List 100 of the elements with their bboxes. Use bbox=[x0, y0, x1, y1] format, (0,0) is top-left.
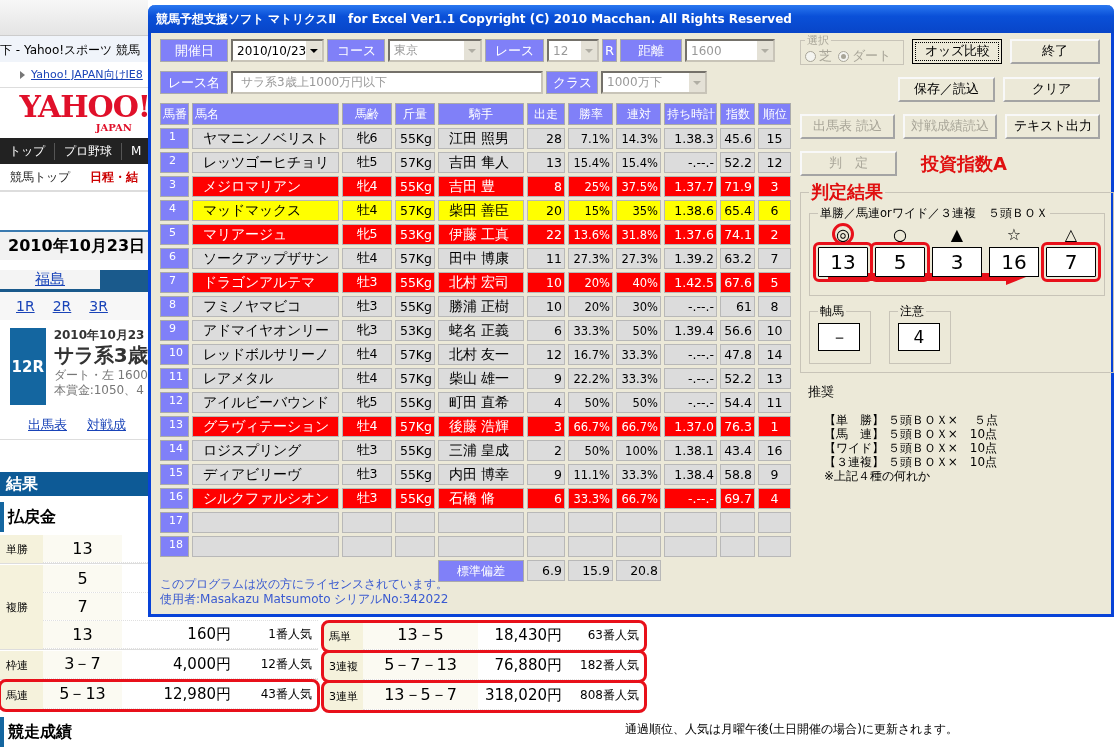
horse-number: 3 bbox=[160, 176, 189, 197]
field-label: コース bbox=[327, 39, 385, 62]
place-rate: 30% bbox=[616, 296, 661, 317]
column-header: 馬名 bbox=[192, 103, 339, 125]
nav-item[interactable]: トップ bbox=[0, 142, 55, 160]
browser-tab-title[interactable]: 下 - Yahoo!スポーツ 競馬 bbox=[0, 36, 148, 62]
subnav-item[interactable]: 競馬トップ bbox=[0, 168, 80, 186]
subnav-item[interactable]: 日程・結 bbox=[80, 168, 148, 186]
caret-icon[interactable] bbox=[306, 41, 322, 60]
button[interactable]: オッズ比較 bbox=[912, 39, 1003, 64]
time-cell: -.--.- bbox=[664, 344, 717, 365]
weight-cell: 53Kg bbox=[395, 224, 435, 245]
jockey-name: 田中 博康 bbox=[438, 248, 524, 269]
button[interactable]: 保存／読込 bbox=[898, 77, 995, 102]
prediction-mark: ☆ bbox=[1005, 223, 1023, 245]
index-cell: 65.4 bbox=[720, 200, 755, 221]
win-rate: 22.2% bbox=[568, 368, 613, 389]
win-rate: 66.7% bbox=[568, 416, 613, 437]
place-rate: 37.5% bbox=[616, 176, 661, 197]
recommend-line: 【馬 連】 ５頭ＢＯＸ× 10点 bbox=[823, 427, 999, 441]
value-box: 4 bbox=[898, 323, 940, 351]
time-cell: -.--.- bbox=[664, 152, 717, 173]
column-header: 騎手 bbox=[438, 103, 524, 125]
index-cell: 69.7 bbox=[720, 488, 755, 509]
win-rate: 33.3% bbox=[568, 320, 613, 341]
std-value: 20.8 bbox=[616, 560, 661, 581]
recommend-line: 【ワイド】 ５頭ＢＯＸ× 10点 bbox=[823, 441, 999, 455]
race-date: 2010年10月23 bbox=[53, 328, 146, 343]
prediction-mark: ○ bbox=[892, 223, 908, 245]
horse-number: 7 bbox=[160, 272, 189, 293]
horse-name: ヤマニンノベリスト bbox=[192, 128, 339, 149]
horse-number: 10 bbox=[160, 344, 189, 365]
win-rate: 20% bbox=[568, 272, 613, 293]
logo[interactable]: YAHOO! JAPAN bbox=[0, 88, 148, 138]
time-cell: 1.37.7 bbox=[664, 176, 717, 197]
place-rate: 33.3% bbox=[616, 464, 661, 485]
rank-cell: 6 bbox=[758, 200, 791, 221]
index-cell: 47.8 bbox=[720, 344, 755, 365]
horse-number: 12 bbox=[160, 392, 189, 413]
time-cell: -.--.- bbox=[664, 368, 717, 389]
horse-number: 16 bbox=[160, 488, 189, 509]
field-label: 距離 bbox=[620, 39, 682, 62]
place-rate: 15.4% bbox=[616, 152, 661, 173]
payout-amount: 18,430円 bbox=[493, 625, 563, 646]
starts-cell: 3 bbox=[527, 416, 565, 437]
button[interactable]: テキスト出力 bbox=[1005, 114, 1100, 139]
link[interactable]: Yahoo! JAPAN向けIE8 bbox=[31, 67, 143, 82]
rank-cell: 4 bbox=[758, 488, 791, 509]
std-value: 6.9 bbox=[527, 560, 565, 581]
starts-cell: 11 bbox=[527, 248, 565, 269]
horse-number: 2 bbox=[160, 152, 189, 173]
race-link[interactable]: 1R bbox=[16, 298, 35, 314]
recommend-note: ※上記４種の何れか bbox=[823, 469, 932, 483]
weight-cell: 55Kg bbox=[395, 464, 435, 485]
weight-cell: 55Kg bbox=[395, 272, 435, 293]
horse-name: アドマイヤオンリー bbox=[192, 320, 339, 341]
time-cell: 1.37.6 bbox=[664, 224, 717, 245]
combination: 5 bbox=[43, 565, 122, 592]
race-menu-link[interactable]: 対戦成 bbox=[87, 415, 126, 434]
index-cell: 56.6 bbox=[720, 320, 755, 341]
time-cell: 1.38.6 bbox=[664, 200, 717, 221]
race-course: ダート・左 1600 bbox=[53, 368, 148, 383]
place-rate: 66.7% bbox=[616, 488, 661, 509]
place-rate: 50% bbox=[616, 392, 661, 413]
std-label: 標準偏差 bbox=[438, 560, 524, 582]
nav-item[interactable]: プロ野球 bbox=[55, 142, 122, 160]
age-cell: 牡3 bbox=[342, 296, 392, 317]
weight-cell: 57Kg bbox=[395, 344, 435, 365]
age-cell: 牡4 bbox=[342, 248, 392, 269]
combination: 5－13 bbox=[43, 681, 122, 708]
race-link[interactable]: 2R bbox=[52, 298, 72, 314]
bet-type: 馬単 bbox=[323, 622, 363, 650]
win-rate: 13.6% bbox=[568, 224, 613, 245]
race-menu-link[interactable]: 出馬表 bbox=[28, 415, 67, 434]
button[interactable]: クリア bbox=[1003, 77, 1100, 102]
button[interactable]: 終了 bbox=[1010, 39, 1100, 64]
horse-number: 1 bbox=[160, 128, 189, 149]
jockey-name: 伊藤 工真 bbox=[438, 224, 524, 245]
rank-cell: 9 bbox=[758, 464, 791, 485]
race-link[interactable]: 3R bbox=[89, 298, 108, 314]
win-rate: 50% bbox=[568, 392, 613, 413]
age-cell: 牡3 bbox=[342, 488, 392, 509]
group-title: 単勝／馬連orワイド／３連複 ５頭ＢＯＸ bbox=[819, 206, 1049, 221]
recommend-line: 【３連複】 ５頭ＢＯＸ× 10点 bbox=[823, 455, 999, 469]
place-rate: 14.3% bbox=[616, 128, 661, 149]
weight-cell: 57Kg bbox=[395, 416, 435, 437]
rank-cell: 7 bbox=[758, 248, 791, 269]
column-header: 馬番 bbox=[160, 103, 189, 125]
age-cell: 牡4 bbox=[342, 344, 392, 365]
horse-number: 8 bbox=[160, 296, 189, 317]
payout-amount: 318,020円 bbox=[483, 685, 563, 706]
weight-cell: 57Kg bbox=[395, 152, 435, 173]
index-cell: 52.2 bbox=[720, 368, 755, 389]
starts-cell: 13 bbox=[527, 152, 565, 173]
dropdown[interactable]: 2010/10/23 bbox=[231, 39, 324, 62]
venue-tab-link[interactable]: 福島 bbox=[35, 270, 65, 289]
bet-type: 複勝 bbox=[0, 565, 43, 649]
weight-cell: 55Kg bbox=[395, 128, 435, 149]
rank-cell: 2 bbox=[758, 224, 791, 245]
place-rate: 100% bbox=[616, 440, 661, 461]
